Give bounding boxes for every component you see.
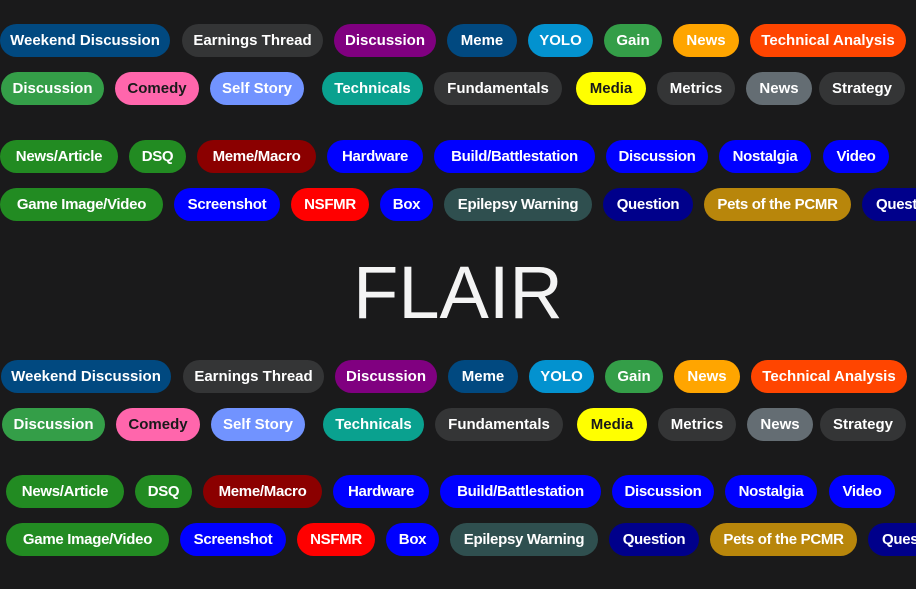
flair-badge[interactable]: Metrics [658,408,736,441]
flair-badge[interactable]: Discussion [606,140,708,173]
flair-badge[interactable]: Discussion [612,475,714,508]
flair-badge[interactable]: Pets of the PCMR [704,188,851,221]
flair-badge[interactable]: Comedy [115,72,199,105]
flair-badge[interactable]: News [674,360,740,393]
flair-badge[interactable]: Box [386,523,439,556]
flair-badge[interactable]: Earnings Thread [182,24,323,57]
flair-badge[interactable]: Video [829,475,895,508]
flair-badge[interactable]: News [673,24,739,57]
flair-badge[interactable]: News/Article [6,475,124,508]
flair-badge[interactable]: Comedy [116,408,200,441]
flair-badge[interactable]: Weekend Discussion [1,360,171,393]
flair-badge[interactable]: Nostalgia [725,475,817,508]
flair-badge[interactable]: Strategy [819,72,905,105]
flair-badge[interactable]: Meme [447,24,517,57]
flair-badge[interactable]: Meme/Macro [203,475,322,508]
flair-badge[interactable]: News [746,72,812,105]
flair-badge[interactable]: Build/Battlestation [440,475,601,508]
flair-badge[interactable]: Metrics [657,72,735,105]
flair-badge[interactable]: Technical Analysis [750,24,906,57]
flair-badge[interactable]: Fundamentals [435,408,563,441]
flair-badge[interactable]: Technicals [322,72,423,105]
flair-badge[interactable]: YOLO [528,24,593,57]
flair-badge[interactable]: DSQ [129,140,186,173]
flair-badge[interactable]: Self Story [211,408,305,441]
flair-badge[interactable]: Media [576,72,646,105]
flair-badge[interactable]: Build/Battlestation [434,140,595,173]
flair-badge[interactable]: Media [577,408,647,441]
flair-badge[interactable]: YOLO [529,360,594,393]
flair-badge[interactable]: Question [603,188,693,221]
flair-badge[interactable]: Question [868,523,916,556]
flair-badge[interactable]: Weekend Discussion [0,24,170,57]
flair-badge[interactable]: Screenshot [174,188,280,221]
flair-badge[interactable]: Technicals [323,408,424,441]
page-title: FLAIR [353,251,563,334]
flair-badge[interactable]: Discussion [334,24,436,57]
flair-badge[interactable]: Screenshot [180,523,286,556]
flair-badge[interactable]: Epilepsy Warning [450,523,598,556]
flair-badge[interactable]: Strategy [820,408,906,441]
flair-badge[interactable]: Question [862,188,916,221]
flair-badge[interactable]: Game Image/Video [0,188,163,221]
flair-badge[interactable]: Meme/Macro [197,140,316,173]
flair-badge[interactable]: Question [609,523,699,556]
flair-badge[interactable]: NSFMR [291,188,369,221]
flair-badge[interactable]: Box [380,188,433,221]
flair-badge[interactable]: Pets of the PCMR [710,523,857,556]
flair-badge[interactable]: DSQ [135,475,192,508]
flair-badge[interactable]: Earnings Thread [183,360,324,393]
flair-badge[interactable]: Nostalgia [719,140,811,173]
flair-badge[interactable]: Gain [605,360,663,393]
flair-badge[interactable]: Hardware [333,475,429,508]
flair-badge[interactable]: Discussion [335,360,437,393]
flair-badge[interactable]: NSFMR [297,523,375,556]
flair-badge[interactable]: Discussion [1,72,104,105]
flair-badge[interactable]: Self Story [210,72,304,105]
flair-badge[interactable]: Gain [604,24,662,57]
flair-badge[interactable]: Hardware [327,140,423,173]
flair-badge[interactable]: News/Article [0,140,118,173]
flair-badge[interactable]: Fundamentals [434,72,562,105]
flair-badge[interactable]: Epilepsy Warning [444,188,592,221]
flair-badge[interactable]: News [747,408,813,441]
flair-badge[interactable]: Meme [448,360,518,393]
flair-badge[interactable]: Video [823,140,889,173]
flair-badge[interactable]: Discussion [2,408,105,441]
flair-badge[interactable]: Game Image/Video [6,523,169,556]
flair-badge[interactable]: Technical Analysis [751,360,907,393]
